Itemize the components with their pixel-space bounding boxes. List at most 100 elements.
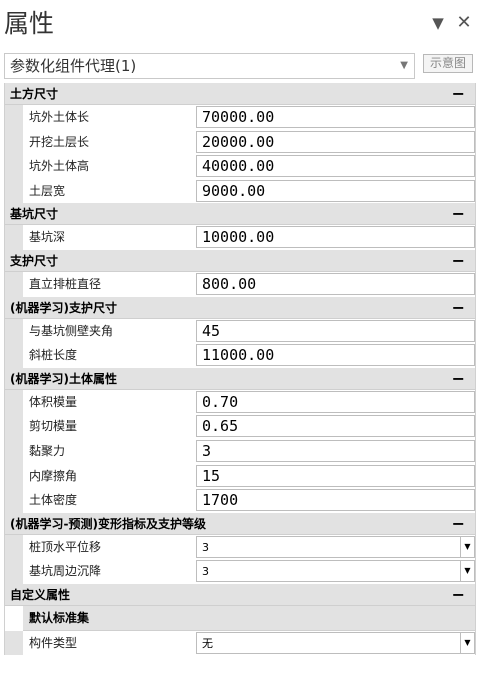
property-row: 坑外土体长 70000.00: [5, 105, 475, 130]
collapse-icon[interactable]: −: [452, 83, 465, 104]
subcategory-header[interactable]: 默认标准集: [5, 605, 475, 631]
panel-close-icon[interactable]: ✕: [455, 14, 473, 32]
property-label: 斜桩长度: [29, 348, 78, 363]
property-grid: 土方尺寸 − 坑外土体长 70000.00 开挖土层长 20000.00 坑外土体高 4000…: [4, 83, 476, 656]
row-gutter: [5, 559, 23, 584]
property-value: 3: [202, 441, 212, 460]
property-value-field[interactable]: 1700: [196, 489, 475, 512]
object-selector-row: 参数化组件代理(1) ▼ 示意图: [0, 50, 480, 82]
property-label: 桩顶水平位移: [29, 539, 102, 554]
property-value-select[interactable]: 无 ▼: [196, 631, 475, 654]
collapse-icon[interactable]: −: [452, 250, 465, 271]
property-value: 800.00: [202, 274, 257, 293]
property-value: 10000.00: [202, 228, 275, 247]
property-value: 40000.00: [202, 157, 275, 176]
category-header[interactable]: (机器学习)支护尺寸 −: [5, 296, 475, 319]
row-gutter: [5, 630, 23, 656]
property-row: 基坑周边沉降 3 ▼: [5, 559, 475, 584]
property-row: 斜桩长度 11000.00: [5, 343, 475, 368]
object-type-select[interactable]: 参数化组件代理(1) ▼: [4, 53, 415, 79]
property-label: 与基坑侧壁夹角: [29, 323, 114, 338]
row-gutter: [5, 105, 23, 130]
property-value: 3: [202, 565, 209, 579]
property-label: 土体密度: [29, 493, 78, 508]
category-header[interactable]: (机器学习-预测)变形指标及支护等级 −: [5, 512, 475, 535]
subcategory-label: 默认标准集: [29, 610, 90, 625]
subcategory-band: [23, 605, 475, 631]
property-value-select[interactable]: 3 ▼: [196, 560, 475, 583]
category-header[interactable]: 支护尺寸 −: [5, 249, 475, 272]
property-value-select[interactable]: 3 ▼: [196, 535, 475, 558]
property-label: 土层宽: [29, 183, 66, 198]
collapse-icon[interactable]: −: [452, 368, 465, 389]
property-value-field[interactable]: 40000.00: [196, 155, 475, 178]
property-row: 土体密度 1700: [5, 488, 475, 513]
property-value: 11000.00: [202, 346, 275, 365]
property-row: 坑外土体高 40000.00: [5, 154, 475, 179]
row-gutter: [5, 343, 23, 368]
chevron-down-icon[interactable]: ▼: [460, 536, 474, 557]
property-row: 土层宽 9000.00: [5, 178, 475, 204]
panel-menu-dropdown-icon[interactable]: ▼: [429, 14, 447, 32]
collapse-icon[interactable]: −: [452, 584, 465, 605]
property-label: 开挖土层长: [29, 134, 90, 149]
property-row: 与基坑侧壁夹角 45: [5, 318, 475, 344]
row-gutter: [5, 438, 23, 464]
property-value-field[interactable]: 15: [196, 464, 475, 487]
row-gutter: [5, 129, 23, 155]
property-label: 基坑周边沉降: [29, 564, 102, 579]
chevron-down-icon[interactable]: ▼: [460, 632, 474, 653]
property-value-field[interactable]: 0.70: [196, 390, 475, 413]
panel-titlebar: 属性 ▼ ✕: [0, 0, 480, 50]
property-label: 坑外土体长: [29, 110, 90, 124]
property-value: 0.65: [202, 417, 239, 436]
chevron-down-icon[interactable]: ▼: [460, 561, 474, 582]
category-label: 支护尺寸: [10, 253, 59, 268]
property-value-field[interactable]: 20000.00: [196, 130, 475, 153]
property-label: 基坑深: [29, 230, 66, 245]
category-label: 自定义属性: [10, 587, 71, 602]
property-row: 体积模量 0.70: [5, 389, 475, 415]
property-value-field[interactable]: 3: [196, 439, 475, 462]
category-label: 土方尺寸: [10, 87, 59, 101]
property-value-field[interactable]: 800.00: [196, 272, 475, 295]
property-value-field[interactable]: 9000.00: [196, 179, 475, 202]
collapse-icon[interactable]: −: [452, 203, 465, 224]
property-value-field[interactable]: 0.65: [196, 415, 475, 438]
property-row: 开挖土层长 20000.00: [5, 129, 475, 155]
collapse-icon[interactable]: −: [452, 513, 465, 534]
collapse-icon[interactable]: −: [452, 297, 465, 318]
property-row: 桩顶水平位移 3 ▼: [5, 534, 475, 560]
property-label: 坑外土体高: [29, 159, 90, 174]
object-type-select-value: 参数化组件代理(1): [10, 57, 137, 75]
category-header[interactable]: (机器学习)土体属性 −: [5, 367, 475, 390]
row-gutter: [5, 414, 23, 439]
category-label: (机器学习)支护尺寸: [10, 300, 117, 315]
property-label: 构件类型: [29, 635, 78, 650]
category-label: 基坑尺寸: [10, 207, 59, 222]
property-row: 剪切模量 0.65: [5, 414, 475, 439]
row-gutter: [5, 154, 23, 179]
category-header[interactable]: 自定义属性 −: [5, 583, 475, 606]
property-value-field[interactable]: 11000.00: [196, 344, 475, 367]
property-row: 基坑深 10000.00: [5, 225, 475, 250]
property-row: 构件类型 无 ▼: [5, 630, 475, 656]
property-value-field[interactable]: 10000.00: [196, 226, 475, 249]
property-value-field[interactable]: 45: [196, 319, 475, 342]
panel-title: 属性: [4, 9, 55, 38]
property-value: 9000.00: [202, 181, 266, 200]
property-value-field[interactable]: 70000.00: [196, 106, 475, 128]
property-row: 内摩擦角 15: [5, 463, 475, 489]
chevron-down-icon[interactable]: ▼: [400, 54, 408, 78]
property-label: 黏聚力: [29, 443, 66, 458]
row-gutter: [5, 534, 23, 560]
property-label: 直立排桩直径: [29, 276, 102, 291]
diagram-button[interactable]: 示意图: [423, 54, 473, 73]
property-value: 45: [202, 321, 221, 340]
category-header[interactable]: 基坑尺寸 −: [5, 203, 475, 226]
property-value: 1700: [202, 491, 239, 510]
property-label: 内摩擦角: [29, 468, 78, 483]
row-gutter: [5, 271, 23, 297]
property-value: 0.70: [202, 392, 239, 411]
category-header[interactable]: 土方尺寸 −: [5, 83, 475, 105]
